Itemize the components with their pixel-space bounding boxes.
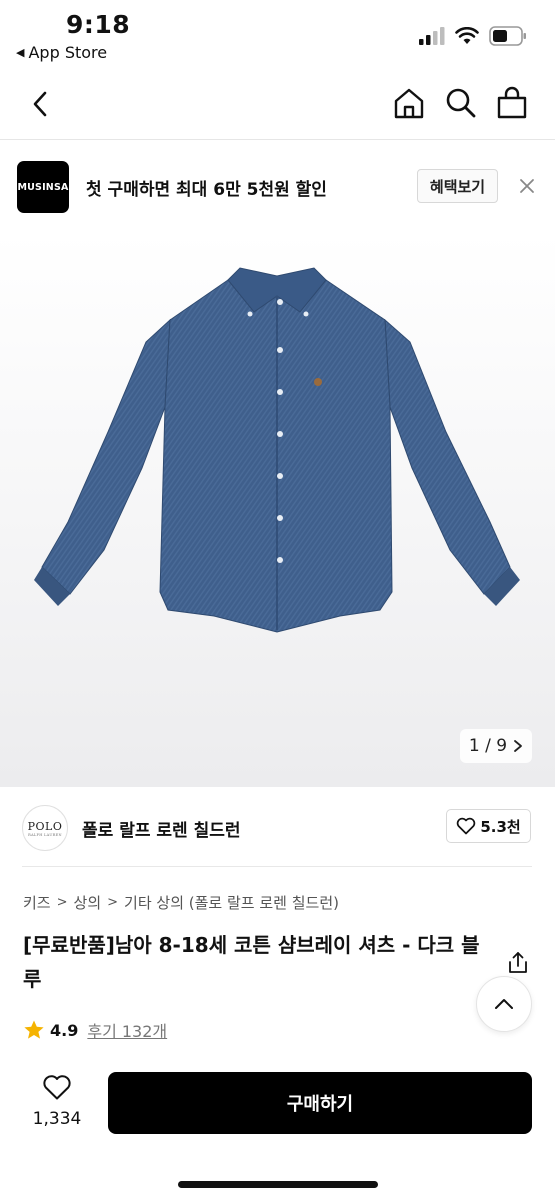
search-icon[interactable] xyxy=(444,86,478,120)
back-triangle-icon: ◀ xyxy=(16,46,25,59)
home-indicator xyxy=(178,1181,378,1188)
brand-logo-text: POLO xyxy=(27,819,63,833)
brand-logo[interactable]: POLO RALPH LAUREN xyxy=(22,805,68,851)
heart-icon xyxy=(457,817,476,835)
denim-shirt-image xyxy=(34,267,520,633)
wish-count: 1,334 xyxy=(32,1109,82,1129)
rating: 4.9 후기 132개 xyxy=(23,1018,167,1042)
brand-name[interactable]: 폴로 랄프 로렌 칠드런 xyxy=(82,816,241,841)
musinsa-logo: MUSINSA xyxy=(17,161,69,213)
brand-like-count: 5.3천 xyxy=(480,817,521,836)
signal-icon xyxy=(419,27,445,45)
bottom-bar: 1,334 구매하기 xyxy=(0,1058,555,1200)
product-image-gallery[interactable]: 1 / 9 xyxy=(0,232,555,787)
rating-score: 4.9 xyxy=(50,1020,79,1040)
battery-icon xyxy=(489,26,526,46)
gallery-page-indicator[interactable]: 1 / 9 xyxy=(460,729,532,763)
back-icon[interactable] xyxy=(26,88,58,120)
shopping-bag-icon[interactable] xyxy=(495,86,529,120)
close-icon[interactable] xyxy=(516,175,538,197)
wifi-icon xyxy=(455,27,479,44)
chevron-right-icon: > xyxy=(107,895,119,910)
star-icon xyxy=(24,1020,44,1039)
back-app-label: App Store xyxy=(28,43,108,62)
promo-banner[interactable]: MUSINSA 첫 구매하면 최대 6만 5천원 할인 혜택보기 xyxy=(0,141,555,232)
heart-icon xyxy=(43,1075,71,1100)
share-icon[interactable] xyxy=(505,950,531,976)
back-to-app-link[interactable]: ◀ App Store xyxy=(16,43,107,62)
brand-row[interactable]: POLO RALPH LAUREN 폴로 랄프 로렌 칠드런 5.3천 xyxy=(0,787,555,867)
breadcrumb-item[interactable]: 키즈 xyxy=(23,892,51,913)
chevron-right-icon xyxy=(514,740,522,752)
wish-button[interactable]: 1,334 xyxy=(26,1074,88,1129)
status-bar: 9:18 ◀ App Store xyxy=(0,0,555,70)
breadcrumb-item[interactable]: 기타 상의 (폴로 랄프 로렌 칠드런) xyxy=(124,892,339,913)
status-time: 9:18 xyxy=(66,10,131,39)
brand-logo-subtext: RALPH LAUREN xyxy=(28,832,62,837)
page-indicator-text: 1 / 9 xyxy=(468,736,508,756)
buy-button[interactable]: 구매하기 xyxy=(108,1072,532,1134)
brand-like-button[interactable]: 5.3천 xyxy=(446,809,531,843)
breadcrumb: 키즈 > 상의 > 기타 상의 (폴로 랄프 로렌 칠드런) xyxy=(23,892,339,913)
product-title: [무료반품]남아 8-18세 코튼 샴브레이 셔츠 - 다크 블루 xyxy=(23,933,480,991)
view-benefits-button[interactable]: 혜택보기 xyxy=(417,169,498,203)
scroll-to-top-button[interactable] xyxy=(476,976,532,1032)
chevron-up-icon xyxy=(495,999,513,1009)
home-icon[interactable] xyxy=(392,86,426,120)
review-count-link[interactable]: 후기 132개 xyxy=(87,1018,167,1042)
status-icons xyxy=(419,26,527,46)
chevron-right-icon: > xyxy=(56,895,68,910)
divider xyxy=(22,866,532,867)
promo-message: 첫 구매하면 최대 6만 5천원 할인 xyxy=(86,180,327,200)
nav-bar xyxy=(0,72,555,140)
breadcrumb-item[interactable]: 상의 xyxy=(74,892,102,913)
